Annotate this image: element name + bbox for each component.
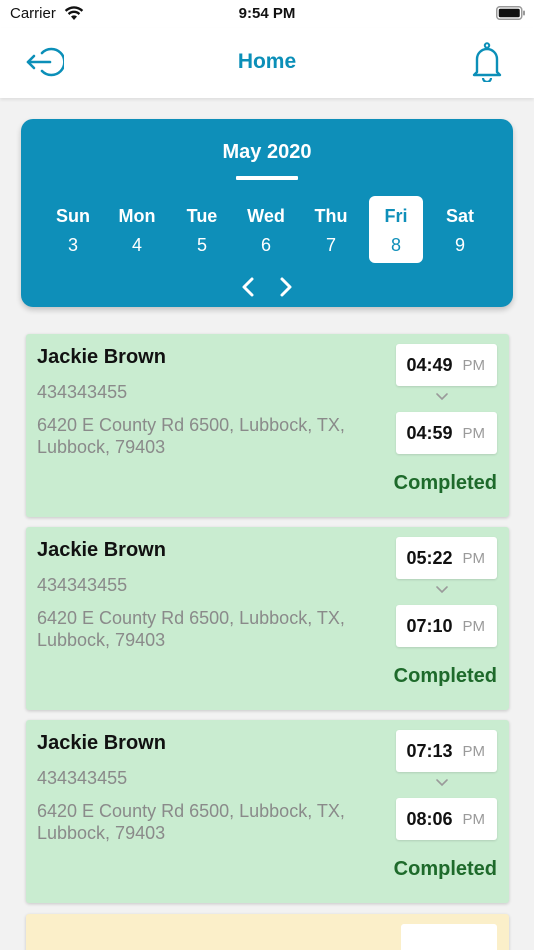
app-header: Home [0, 28, 534, 98]
day-thu[interactable]: Thu 7 [304, 196, 358, 263]
chevron-down-icon [436, 779, 448, 787]
customer-name: Jackie Brown [37, 346, 166, 368]
start-time: 04:49 [406, 354, 453, 375]
day-mon[interactable]: Mon 4 [110, 196, 164, 263]
start-ampm: PM [462, 549, 486, 567]
end-time-box: 04:59 PM [396, 412, 497, 454]
status-time: 9:54 PM [238, 5, 296, 22]
day-name: Wed [247, 206, 285, 226]
start-time: 07:13 [406, 740, 453, 761]
start-time: 05:22 [406, 547, 453, 568]
status-label: Completed [393, 665, 497, 687]
day-number: 7 [325, 235, 336, 255]
day-name: Mon [118, 206, 156, 226]
customer-phone: 434343455 [37, 575, 128, 595]
day-tue[interactable]: Tue 5 [175, 196, 229, 263]
bell-icon[interactable] [470, 42, 504, 82]
battery-icon [496, 6, 525, 20]
end-ampm: PM [462, 617, 486, 635]
end-time-box: 08:06 PM [396, 798, 497, 840]
start-ampm: PM [462, 356, 486, 374]
customer-address: 6420 E County Rd 6500, Lubbock, TX, Lubb… [37, 608, 345, 650]
end-time: 07:10 [406, 615, 453, 636]
day-sat[interactable]: Sat 9 [433, 196, 487, 263]
status-label: Completed [393, 858, 497, 880]
chevron-down-icon [436, 586, 448, 594]
status-label: Completed [393, 472, 497, 494]
month-underline [236, 176, 298, 180]
appointment-card-partial[interactable] [26, 914, 509, 950]
previous-week-icon[interactable] [240, 276, 256, 298]
day-fri-selected[interactable]: Fri 8 [369, 196, 423, 263]
start-ampm: PM [462, 742, 486, 760]
status-bar: Carrier 9:54 PM [0, 0, 534, 28]
end-ampm: PM [462, 810, 486, 828]
day-number: 9 [454, 235, 465, 255]
day-name: Sat [445, 206, 474, 226]
end-time: 08:06 [406, 808, 453, 829]
appointment-card[interactable]: Jackie Brown 434343455 6420 E County Rd … [26, 334, 509, 517]
day-number: 6 [260, 235, 271, 255]
calendar-month: May 2020 [222, 141, 312, 163]
appointment-card[interactable]: Jackie Brown 434343455 6420 E County Rd … [26, 527, 509, 710]
end-ampm: PM [462, 424, 486, 442]
customer-address: 6420 E County Rd 6500, Lubbock, TX, Lubb… [37, 415, 345, 457]
start-time-box: 05:22 PM [396, 537, 497, 579]
day-number: 3 [67, 235, 78, 255]
next-week-icon[interactable] [278, 276, 294, 298]
customer-name: Jackie Brown [37, 732, 166, 754]
start-time-box: 04:49 PM [396, 344, 497, 386]
day-number: 4 [131, 235, 142, 255]
customer-name: Jackie Brown [37, 539, 166, 561]
chevron-down-icon [436, 393, 448, 401]
customer-phone: 434343455 [37, 382, 128, 402]
page-title: Home [237, 50, 297, 73]
start-time-box: 07:13 PM [396, 730, 497, 772]
day-name: Thu [314, 206, 348, 226]
day-name: Tue [186, 206, 218, 226]
day-number: 5 [196, 235, 207, 255]
appointment-card[interactable]: Jackie Brown 434343455 6420 E County Rd … [26, 720, 509, 903]
day-number: 8 [390, 235, 401, 255]
start-time-box [401, 924, 497, 950]
day-wed[interactable]: Wed 6 [239, 196, 293, 263]
customer-address: 6420 E County Rd 6500, Lubbock, TX, Lubb… [37, 801, 345, 843]
day-name: Sun [56, 206, 90, 226]
end-time-box: 07:10 PM [396, 605, 497, 647]
end-time: 04:59 [406, 422, 453, 443]
week-calendar: May 2020 Sun 3 Mon 4 Tue 5 Wed 6 Thu 7 F… [21, 119, 513, 307]
day-name: Fri [384, 206, 408, 226]
day-sun[interactable]: Sun 3 [46, 196, 100, 263]
customer-phone: 434343455 [37, 768, 128, 788]
